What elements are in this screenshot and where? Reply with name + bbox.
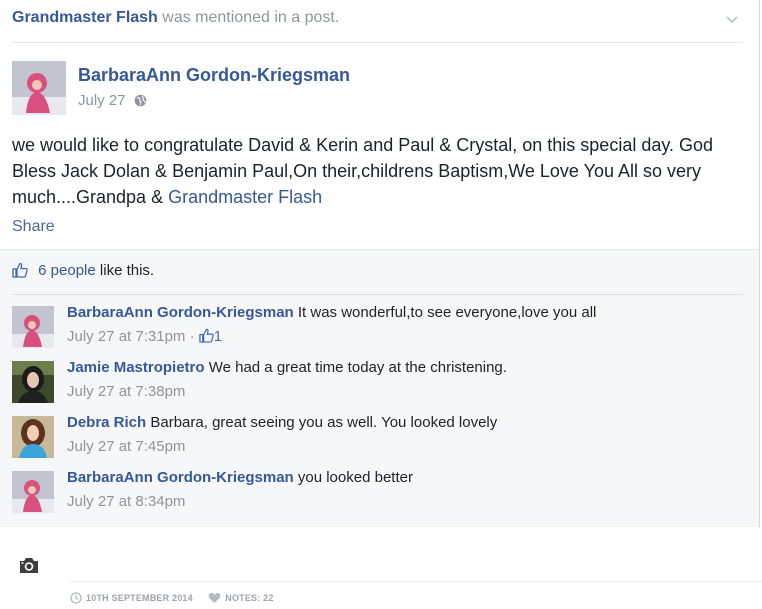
mention-header: Grandmaster Flash was mentioned in a pos… <box>12 9 739 31</box>
person-photo-icon <box>12 361 54 403</box>
comment-meta: July 27 at 8:34pm <box>67 493 185 510</box>
heart-icon <box>208 592 221 603</box>
comment-item: BarbaraAnn Gordon-Kriegsman you looked b… <box>12 469 747 515</box>
like-thumb-icon <box>12 262 28 278</box>
divider <box>12 42 743 43</box>
avatar[interactable] <box>12 471 54 513</box>
comment-author[interactable]: BarbaraAnn Gordon-Kriegsman <box>67 469 294 486</box>
comment-item: BarbaraAnn Gordon-Kriegsman It was wonde… <box>12 304 747 350</box>
comment-meta: July 27 at 7:38pm <box>67 383 185 400</box>
comment-body: Barbara, great seeing you as well. You l… <box>150 414 498 431</box>
comment-item: Debra Rich Barbara, great seeing you as … <box>12 414 747 460</box>
footer-notes[interactable]: NOTES: 22 <box>225 593 273 603</box>
comment-text: Jamie Mastropietro We had a great time t… <box>67 359 507 376</box>
divider <box>12 294 743 295</box>
share-link[interactable]: Share <box>12 218 55 236</box>
divider <box>70 581 762 582</box>
like-count-value: 1 <box>213 328 223 345</box>
comment-body: It was wonderful,to see everyone,love yo… <box>297 304 597 321</box>
person-photo-icon <box>12 416 54 458</box>
comment-author[interactable]: BarbaraAnn Gordon-Kriegsman <box>67 304 294 321</box>
comment-author[interactable]: Debra Rich <box>67 414 146 431</box>
child-photo-icon <box>12 306 54 348</box>
chevron-down-icon[interactable] <box>725 12 739 26</box>
comment-time[interactable]: July 27 at 7:31pm <box>67 328 185 345</box>
comment-author[interactable]: Jamie Mastropietro <box>67 359 205 376</box>
comment-text: BarbaraAnn Gordon-Kriegsman It was wonde… <box>67 304 596 321</box>
comment-text: Debra Rich Barbara, great seeing you as … <box>67 414 497 431</box>
comment-body: We had a great time today at the christe… <box>208 359 507 376</box>
comment-time[interactable]: July 27 at 7:38pm <box>67 383 185 400</box>
likes-suffix: like this. <box>99 262 155 279</box>
comments-section: 6 people like this. BarbaraAnn Gordon-Kr… <box>0 249 759 527</box>
post-author-name[interactable]: BarbaraAnn Gordon-Kriegsman <box>78 65 350 86</box>
comment-meta: July 27 at 7:45pm <box>67 438 185 455</box>
comment-like-count[interactable]: 1 <box>199 328 222 345</box>
comment-meta: July 27 at 7:31pm · 1 <box>67 328 222 345</box>
meta-separator: · <box>189 328 195 345</box>
comment-time[interactable]: July 27 at 7:45pm <box>67 438 185 455</box>
avatar[interactable] <box>12 361 54 403</box>
avatar[interactable] <box>12 306 54 348</box>
post-date[interactable]: July 27 <box>78 92 126 109</box>
post-text: we would like to congratulate David & Ke… <box>12 132 747 210</box>
comment-time[interactable]: July 27 at 8:34pm <box>67 493 185 510</box>
post-meta: July 27 <box>78 92 147 109</box>
post-footer: 10TH SEPTEMBER 2014 NOTES: 22 <box>70 592 274 604</box>
child-photo-icon <box>12 471 54 513</box>
comment-item: Jamie Mastropietro We had a great time t… <box>12 359 747 405</box>
like-thumb-icon <box>199 328 214 343</box>
post-header: BarbaraAnn Gordon-Kriegsman July 27 <box>12 61 747 115</box>
camera-icon[interactable] <box>19 556 39 574</box>
clock-icon <box>70 592 82 604</box>
child-photo-icon <box>12 61 66 115</box>
mention-text: was mentioned in a post. <box>162 9 340 26</box>
mentioned-page-link[interactable]: Grandmaster Flash <box>12 9 158 26</box>
likes-count-link[interactable]: 6 people <box>38 262 96 279</box>
footer-date[interactable]: 10TH SEPTEMBER 2014 <box>86 593 193 603</box>
comment-body: you looked better <box>297 469 413 486</box>
post-message: we would like to congratulate David & Ke… <box>12 135 714 207</box>
tagged-page-link[interactable]: Grandmaster Flash <box>168 187 322 207</box>
avatar[interactable] <box>12 61 66 115</box>
avatar[interactable] <box>12 416 54 458</box>
comment-text: BarbaraAnn Gordon-Kriegsman you looked b… <box>67 469 413 486</box>
globe-icon <box>134 94 147 107</box>
likes-summary: 6 people like this. <box>12 262 154 279</box>
facebook-post-card: Grandmaster Flash was mentioned in a pos… <box>0 0 760 527</box>
